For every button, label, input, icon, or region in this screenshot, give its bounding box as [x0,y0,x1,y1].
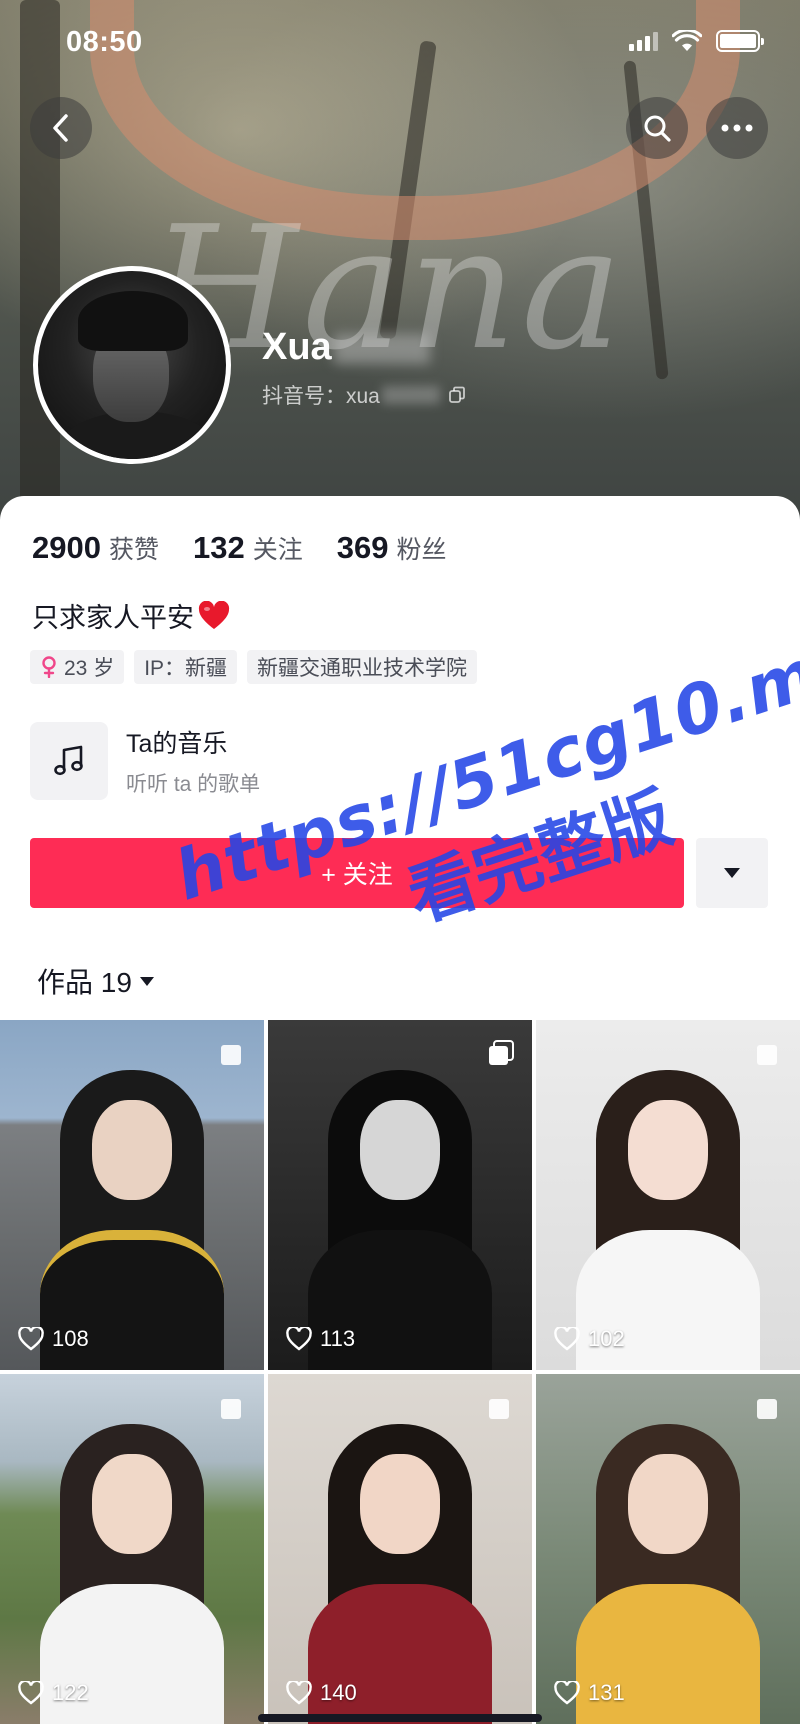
follow-label: + 关注 [321,861,393,889]
school-tag[interactable]: 新疆交通职业技术学院 [247,650,478,684]
signal-icon [629,31,658,51]
video-thumbnail[interactable]: 131 [536,1374,800,1724]
followers-count: 369 [336,530,389,565]
heart-outline-icon [554,1681,580,1705]
caret-down-icon [139,976,154,986]
video-thumbnail[interactable]: 113 [268,1020,532,1370]
more-options-button[interactable] [706,97,768,159]
like-count: 108 [18,1326,89,1352]
red-heart-icon [198,600,230,629]
status-bar: 08:50 [0,0,800,88]
following-label: 关注 [252,536,303,564]
following-stat[interactable]: 132 关注 [193,530,303,566]
profile-tags: 23 岁 IP：新疆 新疆交通职业技术学院 [30,650,478,684]
ip-location-tag: IP：新疆 [134,650,238,684]
like-count: 113 [286,1326,355,1352]
wifi-icon [672,30,702,51]
bio: 只求家人平安 [32,596,230,635]
like-count: 122 [18,1680,89,1706]
multi-image-icon [221,1045,241,1065]
home-indicator [258,1714,542,1722]
music-note-icon [54,745,83,776]
video-thumbnail[interactable]: 140 [268,1374,532,1724]
works-tab-label: 作品 19 [37,967,132,998]
video-thumbnail[interactable]: 102 [536,1020,800,1370]
heart-outline-icon [18,1327,44,1351]
multi-image-icon [757,1399,777,1419]
search-icon [644,115,671,142]
like-count: 140 [286,1680,357,1706]
bio-text: 只求家人平安 [32,603,194,633]
multi-image-icon [489,1040,514,1065]
back-button[interactable] [30,97,92,159]
like-count: 102 [554,1326,625,1352]
likes-stat[interactable]: 2900 获赞 [32,530,159,566]
chevron-left-icon [53,114,68,142]
music-title: Ta的音乐 [126,730,228,758]
profile-stats: 2900 获赞 132 关注 369 粉丝 [32,530,446,566]
recommend-dropdown-button[interactable] [696,838,768,908]
caret-down-icon [724,868,740,878]
music-icon-box [30,722,108,800]
female-icon [42,656,56,678]
search-button[interactable] [626,97,688,159]
followers-stat[interactable]: 369 粉丝 [337,530,447,566]
more-dots-icon [721,124,753,132]
likes-count: 2900 [32,530,101,565]
video-thumbnail[interactable]: 108 [0,1020,264,1370]
works-grid: 108 113 102 122 140 131 [0,1020,800,1724]
avatar[interactable] [33,266,231,464]
follow-button[interactable]: + 关注 [30,838,684,908]
heart-outline-icon [286,1327,312,1351]
multi-image-icon [221,1399,241,1419]
works-tab[interactable]: 作品 19 [37,961,154,1001]
user-name: Xua [262,326,430,369]
music-subtitle: 听听 ta 的歌单 [126,773,261,796]
status-time: 08:50 [66,26,143,58]
multi-image-icon [489,1399,509,1419]
heart-outline-icon [18,1681,44,1705]
multi-image-icon [757,1045,777,1065]
heart-outline-icon [286,1681,312,1705]
battery-icon [716,30,764,52]
copy-icon[interactable] [448,386,466,404]
like-count: 131 [554,1680,625,1706]
followers-label: 粉丝 [396,536,447,564]
age-tag: 23 岁 [30,650,125,684]
likes-label: 获赞 [108,536,159,564]
user-id[interactable]: 抖音号：xua [262,380,466,410]
following-count: 132 [192,530,245,565]
heart-outline-icon [554,1327,580,1351]
music-entry[interactable]: Ta的音乐 听听 ta 的歌单 [30,722,260,800]
video-thumbnail[interactable]: 122 [0,1374,264,1724]
